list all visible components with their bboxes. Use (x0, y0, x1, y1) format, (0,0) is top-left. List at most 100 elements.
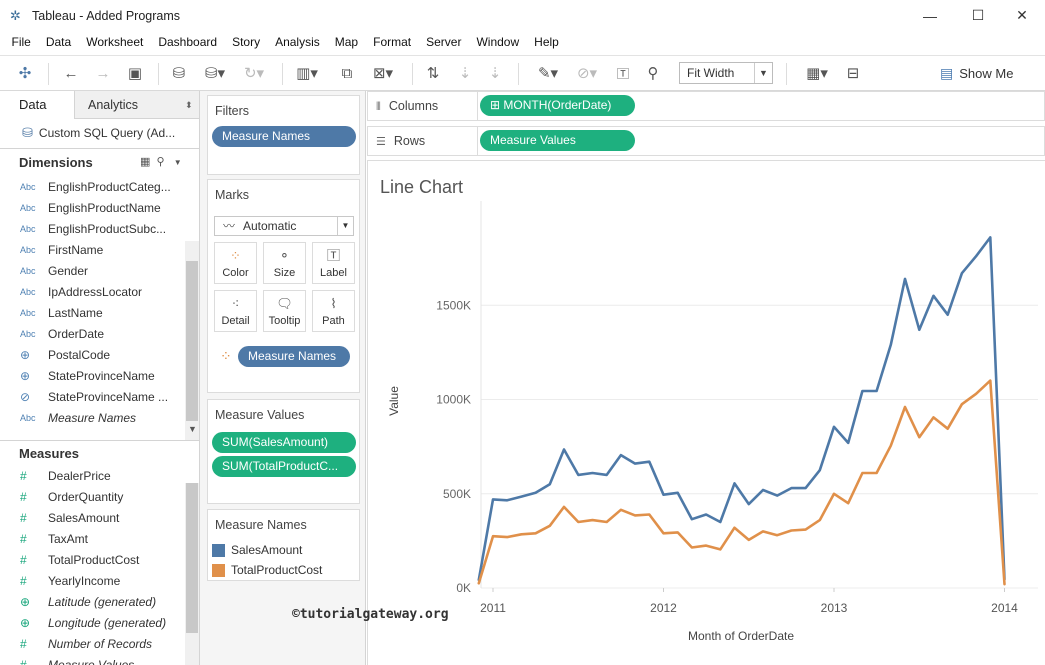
filter-pill-measure-names[interactable]: Measure Names (212, 126, 356, 147)
measure-field[interactable]: # SalesAmount (20, 507, 182, 528)
dimension-field[interactable]: Abc LastName (20, 302, 182, 323)
string-type-icon: Abc (20, 412, 36, 423)
color-button[interactable]: ⁘ Color (214, 242, 257, 284)
close-button[interactable]: ✕ (999, 0, 1045, 31)
color-pill-measure-names[interactable]: Measure Names (238, 346, 350, 367)
dimensions-scrollbar[interactable] (185, 241, 199, 441)
dimension-field[interactable]: Abc EnglishProductSubc... (20, 218, 182, 239)
legend-swatch (212, 563, 225, 577)
measure-field[interactable]: # Number of Records (20, 633, 182, 654)
number-type-icon: # (20, 573, 27, 588)
measure-pill-sales[interactable]: SUM(SalesAmount) (212, 432, 356, 453)
tooltip-button[interactable]: 🗨 Tooltip (263, 290, 306, 332)
path-button[interactable]: ⌇ Path (312, 290, 355, 332)
measure-field[interactable]: # TotalProductCost (20, 549, 182, 570)
window-title: Tableau - Added Programs (32, 8, 181, 23)
detail-dots-icon: ⁖ (231, 296, 240, 311)
sort-descending-icon[interactable]: ⇣ (484, 62, 506, 84)
search-icon[interactable]: ⚲ (157, 156, 165, 168)
show-cards-icon[interactable]: ▦▾ (800, 62, 834, 84)
tab-analytics[interactable]: Analytics (88, 91, 138, 119)
pin-axes-icon[interactable]: ⚲ (642, 62, 664, 84)
swap-rows-columns-icon[interactable]: ⇅ (422, 62, 444, 84)
measure-field[interactable]: # TaxAmt (20, 528, 182, 549)
measure-field[interactable]: ⊕ Latitude (generated) (20, 591, 182, 612)
measure-field[interactable]: # OrderQuantity (20, 486, 182, 507)
legend-item-sales[interactable]: SalesAmount (212, 541, 302, 559)
menu-window[interactable]: Window (469, 35, 527, 49)
dimension-field[interactable]: Abc EnglishProductName (20, 197, 182, 218)
mark-type-dropdown[interactable]: 〰 Automatic ▼ (214, 216, 354, 236)
fit-width-dropdown[interactable]: Fit Width ▼ (679, 62, 773, 84)
menu-server[interactable]: Server (419, 35, 469, 49)
label-button[interactable]: 🅃 Label (312, 242, 355, 284)
title-bar: ✲ Tableau - Added Programs — ☐ ✕ (0, 0, 1045, 31)
show-me-button[interactable]: ▤ Show Me (940, 62, 1013, 84)
menu-worksheet[interactable]: Worksheet (79, 35, 151, 49)
measure-field-label: TotalProductCost (48, 552, 140, 567)
dimension-field-label: OrderDate (48, 326, 105, 341)
tableau-home-icon[interactable]: ✣ (14, 62, 36, 84)
dimension-field[interactable]: Abc EnglishProductCateg... (20, 176, 182, 197)
highlight-icon[interactable]: ✎▾ (532, 62, 564, 84)
presentation-mode-icon[interactable]: ⊟ (842, 62, 864, 84)
rows-pill[interactable]: Measure Values (480, 130, 635, 151)
menu-map[interactable]: Map (327, 35, 365, 49)
detail-button[interactable]: ⁖ Detail (214, 290, 257, 332)
dimension-field[interactable]: Abc FirstName (20, 239, 182, 260)
legend-item-cost[interactable]: TotalProductCost (212, 561, 322, 579)
dimension-field[interactable]: Abc Gender (20, 260, 182, 281)
tab-data[interactable]: Data (0, 91, 75, 119)
menu-file[interactable]: File (4, 35, 38, 49)
save-icon[interactable]: ▣ (124, 62, 146, 84)
dimension-field[interactable]: ⊘ StateProvinceName ... (20, 386, 182, 407)
chevron-down-icon[interactable]: ▼ (174, 158, 182, 167)
dimension-field[interactable]: Abc OrderDate (20, 323, 182, 344)
data-pane-tabs: Data Analytics ⬍ (0, 91, 199, 119)
dimension-field[interactable]: Abc Measure Names (20, 407, 182, 428)
filters-card: Filters Measure Names (207, 95, 360, 175)
measure-field[interactable]: # DealerPrice (20, 465, 182, 486)
show-mark-labels-icon[interactable]: 🅃 (612, 62, 634, 84)
back-arrow-icon[interactable]: ← (60, 62, 82, 84)
forward-arrow-icon[interactable]: → (92, 62, 114, 84)
scroll-down-icon[interactable]: ▼ (188, 424, 197, 434)
filters-title: Filters (215, 104, 250, 118)
refresh-icon[interactable]: ↻▾ (238, 62, 270, 84)
measure-pill-cost[interactable]: SUM(TotalProductC... (212, 456, 356, 477)
datasource-name: Custom SQL Query (Ad... (38, 126, 176, 140)
measure-field[interactable]: # Measure Values (20, 654, 182, 665)
size-button[interactable]: ⚬ Size (263, 242, 306, 284)
minimize-button[interactable]: — (907, 0, 953, 31)
menu-story[interactable]: Story (225, 35, 268, 49)
measures-scrollbar[interactable] (185, 483, 199, 665)
show-me-label: Show Me (959, 65, 1014, 81)
measure-field[interactable]: ⊕ Longitude (generated) (20, 612, 182, 633)
new-datasource-icon[interactable]: ⛁ (168, 62, 190, 84)
columns-pill[interactable]: ⊞ MONTH(OrderDate) (480, 95, 635, 116)
new-worksheet-icon[interactable]: ▥▾ (294, 62, 320, 84)
x-tick-label: 2013 (821, 601, 848, 615)
pause-updates-icon[interactable]: ⛁▾ (200, 62, 230, 84)
sort-ascending-icon[interactable]: ⇣ (454, 62, 476, 84)
clear-sheet-icon[interactable]: ⊠▾ (366, 62, 400, 84)
chevron-updown-icon[interactable]: ⬍ (185, 91, 193, 119)
chevron-down-icon[interactable]: ▼ (337, 217, 353, 235)
menu-format[interactable]: Format (366, 35, 419, 49)
menu-analysis[interactable]: Analysis (268, 35, 328, 49)
dimension-tools: ▦ ⚲ ▼ (140, 155, 182, 168)
menu-help[interactable]: Help (527, 35, 567, 49)
measure-field[interactable]: # YearlyIncome (20, 570, 182, 591)
maximize-button[interactable]: ☐ (955, 0, 1001, 31)
menu-data[interactable]: Data (38, 35, 78, 49)
group-members-icon[interactable]: ⊘▾ (572, 62, 602, 84)
dimension-field[interactable]: ⊕ PostalCode (20, 344, 182, 365)
dimension-field[interactable]: ⊕ StateProvinceName (20, 365, 182, 386)
menu-dashboard[interactable]: Dashboard (151, 35, 225, 49)
view-data-icon[interactable]: ▦ (140, 156, 150, 168)
chevron-down-icon[interactable]: ▼ (754, 63, 772, 83)
dimension-field[interactable]: Abc IpAddressLocator (20, 281, 182, 302)
duplicate-sheet-icon[interactable]: ⧉ (336, 62, 358, 84)
datasource-item[interactable]: ⛁ Custom SQL Query (Ad... (22, 125, 175, 141)
number-type-icon: # (20, 531, 27, 546)
